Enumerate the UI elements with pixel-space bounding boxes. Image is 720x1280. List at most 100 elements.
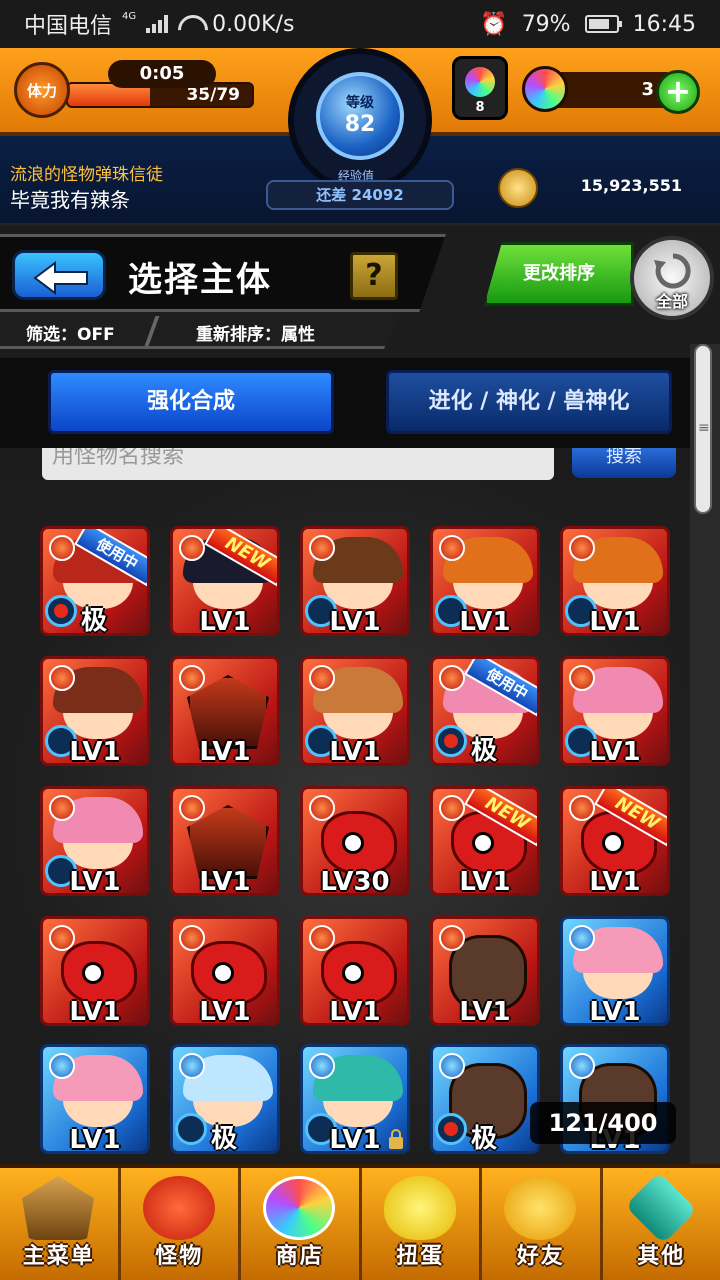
rank-label: 等级 — [346, 95, 374, 111]
refresh-icon — [654, 253, 691, 289]
monster-level: LV1 — [589, 737, 641, 766]
monster-card[interactable]: LV1 — [300, 656, 410, 766]
scrollbar-thumb[interactable] — [694, 344, 712, 514]
fire-attribute-icon — [439, 925, 465, 951]
monster-card[interactable]: LV1 — [170, 916, 280, 1026]
nav-shop[interactable]: 商店 — [241, 1168, 362, 1280]
search-button[interactable]: 搜索 — [572, 448, 676, 478]
rank-value: 82 — [344, 112, 376, 137]
orb-count: 3 — [641, 79, 654, 100]
battery-icon — [584, 15, 622, 33]
shop-icon — [263, 1176, 335, 1240]
app-root: 中国电信 4G 0.00K/s ⏰ 79% 16:45 体力 0:05 35/7… — [0, 0, 720, 1280]
gacha-icon — [383, 1176, 456, 1240]
monster-level: LV1 — [199, 607, 251, 636]
fire-attribute-icon — [49, 795, 75, 821]
monster-card[interactable]: LV1 — [300, 526, 410, 636]
lock-icon — [389, 1129, 403, 1149]
monster-art — [191, 941, 267, 1005]
signal-icon — [146, 15, 169, 33]
monster-level: LV1 — [199, 737, 251, 766]
help-button[interactable]: ? — [350, 252, 398, 300]
monster-card[interactable]: NEW LV1 — [170, 526, 280, 636]
monster-level: 极 — [471, 1124, 498, 1154]
box-count: 121/400 — [530, 1102, 676, 1144]
carrier-label: 中国电信 — [24, 14, 113, 39]
nav-home[interactable]: 主菜单 — [0, 1168, 121, 1280]
rainbow-orb-icon — [522, 66, 568, 112]
monster-card[interactable]: LV1 — [560, 656, 670, 766]
reorder-button[interactable]: 更改排序 — [484, 242, 634, 306]
monster-card[interactable]: 使用中极 — [430, 656, 540, 766]
page-title: 选择主体 — [128, 260, 272, 300]
player-name: 毕竟我有辣条 — [10, 188, 130, 212]
water-attribute-icon — [569, 925, 595, 951]
monster-card[interactable]: 极 — [170, 1044, 280, 1154]
monster-level: LV1 — [459, 607, 511, 636]
back-button[interactable] — [12, 250, 106, 300]
stamina-timer: 0:05 — [108, 60, 216, 88]
fire-attribute-icon — [49, 535, 75, 561]
tab-evolve[interactable]: 进化 / 神化 / 兽神化 — [386, 370, 672, 434]
fire-attribute-icon — [49, 925, 75, 951]
coin-icon — [498, 168, 538, 208]
water-attribute-icon — [439, 1053, 465, 1079]
orb-inventory-count: 8 — [475, 100, 485, 115]
monster-level: 极 — [81, 606, 108, 636]
monster-card[interactable]: LV1 — [40, 786, 150, 896]
orb-icon — [465, 67, 495, 97]
monster-art — [61, 941, 137, 1005]
monster-card[interactable]: 使用中极 — [40, 526, 150, 636]
monster-card[interactable]: LV1 — [300, 1044, 410, 1154]
monster-card[interactable]: LV1 — [40, 916, 150, 1026]
nav-label: 其他 — [637, 1244, 686, 1269]
monster-card[interactable]: 极 — [430, 1044, 540, 1154]
alarm-icon: ⏰ — [480, 11, 508, 37]
nav-label: 主菜单 — [22, 1244, 95, 1269]
monster-box: 使用中极 NEW LV1 LV1 LV1 LV1 LV1 LV1 LV1 使用中极 LV1 LV1 LV… — [0, 480, 720, 1164]
friends-icon — [504, 1176, 576, 1240]
search-input[interactable]: 用怪物名搜索 — [42, 448, 554, 480]
sort-order[interactable]: 重新排序：属性 — [196, 320, 315, 345]
nav-monster[interactable]: 怪物 — [121, 1168, 241, 1280]
nav-friends[interactable]: 好友 — [482, 1168, 603, 1280]
nav-gacha[interactable]: 扭蛋 — [362, 1168, 482, 1280]
water-attribute-icon — [569, 1053, 595, 1079]
orb-inventory[interactable]: 8 — [452, 56, 508, 120]
monster-level: LV1 — [589, 867, 641, 896]
fire-attribute-icon — [309, 535, 335, 561]
tab-power-up[interactable]: 强化合成 — [48, 370, 334, 434]
monster-card[interactable]: LV1 — [560, 526, 670, 636]
buy-orbs-button[interactable]: + — [656, 70, 700, 114]
home-icon — [22, 1176, 94, 1240]
monster-card[interactable]: LV1 — [430, 526, 540, 636]
luck-skill-icon — [45, 595, 77, 627]
monster-card[interactable]: LV1 — [40, 656, 150, 766]
luck-skill-icon — [175, 1113, 207, 1145]
coin-count: 15,923,551 — [580, 176, 682, 195]
monster-card[interactable]: NEW LV1 — [560, 786, 670, 896]
clock: 16:45 — [632, 11, 696, 37]
monster-card[interactable]: LV1 — [300, 916, 410, 1026]
fire-attribute-icon — [309, 665, 335, 691]
monster-card[interactable]: LV30 — [300, 786, 410, 896]
battery-percent: 79% — [521, 11, 571, 37]
monster-card[interactable]: LV1 — [170, 656, 280, 766]
fire-attribute-icon — [309, 795, 335, 821]
monster-card[interactable]: NEW LV1 — [430, 786, 540, 896]
monster-card[interactable]: LV1 — [560, 916, 670, 1026]
nav-label: 好友 — [516, 1244, 565, 1269]
monster-level: LV1 — [329, 997, 381, 1026]
net-speed: 0.00K/s — [212, 11, 295, 37]
nav-other[interactable]: 其他 — [603, 1168, 720, 1280]
filter-toggle[interactable]: 筛选：OFF — [26, 320, 115, 345]
all-label: 全部 — [655, 292, 688, 311]
monster-card[interactable]: LV1 — [430, 916, 540, 1026]
monster-level: LV1 — [589, 997, 641, 1026]
exp-remaining: 还差 24092 — [266, 180, 454, 210]
fire-attribute-icon — [569, 535, 595, 561]
monster-card[interactable]: LV1 — [40, 1044, 150, 1154]
all-button[interactable]: 全部 — [630, 236, 714, 320]
monster-card[interactable]: LV1 — [170, 786, 280, 896]
bottom-nav: 主菜单 怪物 商店 扭蛋 好友 其他 — [0, 1164, 720, 1280]
